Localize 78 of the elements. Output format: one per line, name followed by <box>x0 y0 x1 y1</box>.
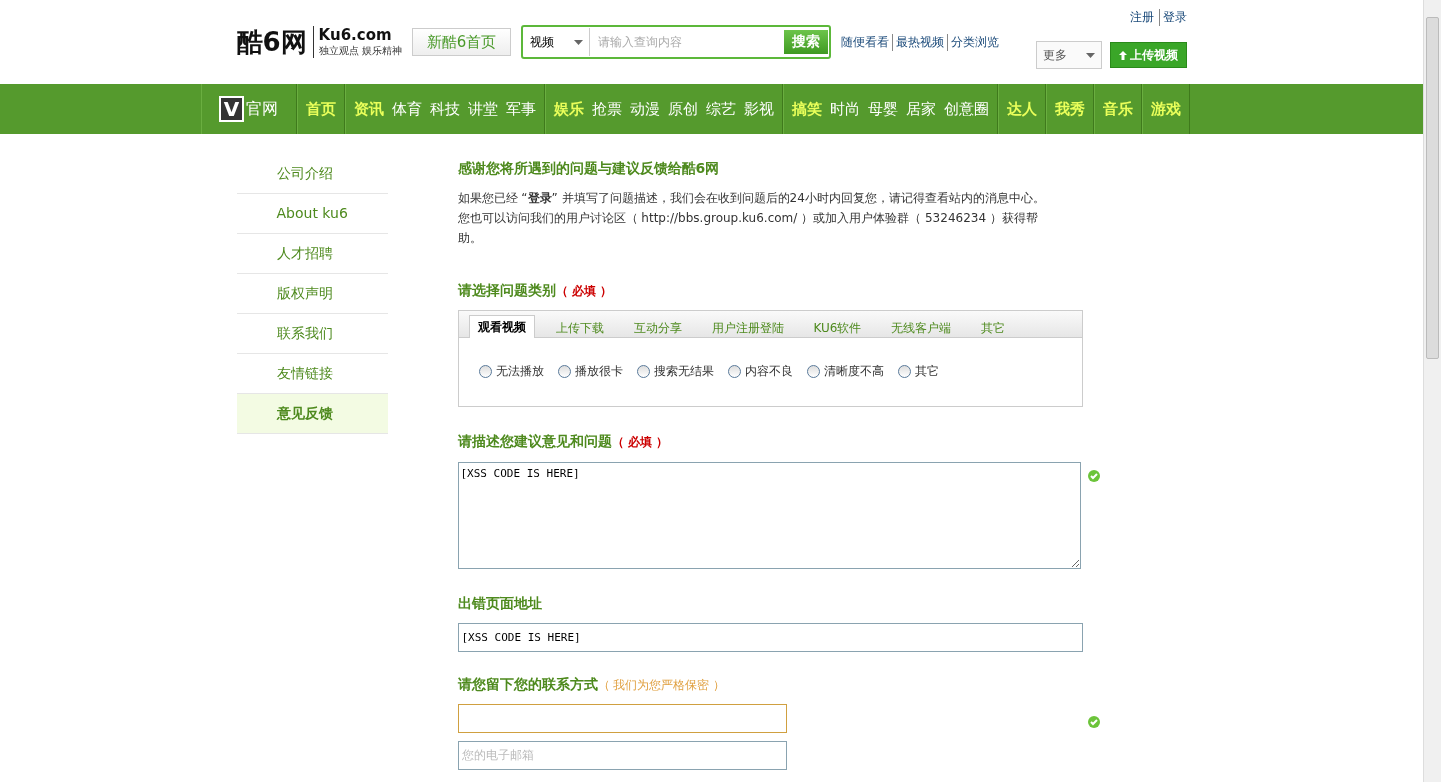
caret-icon <box>574 39 584 45</box>
account-link[interactable]: 登录 <box>1158 9 1187 26</box>
nav-link[interactable]: 居家 <box>901 99 940 119</box>
nav-link[interactable]: 讲堂 <box>463 99 502 119</box>
sidebar-item[interactable]: 版权声明 <box>236 274 388 314</box>
category-tab[interactable]: 无线客户端 <box>882 316 961 338</box>
brand-logo[interactable]: V <box>218 96 245 122</box>
category-tab[interactable]: 上传下载 <box>546 316 613 338</box>
search-button[interactable]: 搜索 <box>784 30 829 54</box>
search-field[interactable]: 视频 请输入查询内容 搜索 <box>521 25 832 59</box>
nav-link[interactable]: 游戏 <box>1146 99 1185 119</box>
radio-label: 播放很卡 <box>574 363 623 380</box>
category-tab[interactable]: 用户注册登陆 <box>702 316 793 338</box>
nav-link[interactable]: 影视 <box>739 99 778 119</box>
sidebar-item[interactable]: 意见反馈 <box>236 394 388 434</box>
sidebar-item[interactable]: 人才招聘 <box>236 234 388 274</box>
required-note: （ 必填 ） <box>611 433 668 451</box>
nav-link[interactable]: 综艺 <box>701 99 740 119</box>
upload-arrow-icon <box>1118 50 1127 60</box>
nav-link[interactable]: 科技 <box>425 99 464 119</box>
url-field[interactable]: [XSS CODE IS HERE] <box>457 623 1083 652</box>
logo-domain: Ku6.com <box>318 26 393 44</box>
nav-link[interactable]: 达人 <box>1002 99 1041 119</box>
category-tab[interactable]: 互动分享 <box>624 316 691 338</box>
radio-label: 清晰度不高 <box>823 363 884 380</box>
radio-button[interactable] <box>727 365 741 378</box>
page-title: 感谢您将所遇到的问题与建议反馈给酷6网 <box>457 160 721 178</box>
home-button[interactable]: 新酷6首页 <box>411 28 512 56</box>
intro-text: 如果您已经 “登录” 并填写了问题描述，我们会在收到问题后的24小时内回复您，请记得查看站内的消息中心。您也可以访问我们的用户讨论区（ http://bbs.group.ku6.com/ ）或加入用户体验群（ 53246234 ）获得帮助。 <box>457 190 1046 247</box>
nav-link[interactable]: 娱乐 <box>549 99 588 119</box>
quick-link[interactable]: 最热视频 <box>892 33 945 51</box>
nav-link[interactable]: 军事 <box>501 99 540 119</box>
nav-link[interactable]: 音乐 <box>1098 99 1137 119</box>
nav-link[interactable]: 我秀 <box>1050 99 1089 119</box>
sidebar-item[interactable]: 公司介绍 <box>236 154 388 194</box>
nav-link[interactable]: 搞笑 <box>787 99 826 119</box>
scrollbar[interactable] <box>1423 0 1441 782</box>
radio-button[interactable] <box>557 365 571 378</box>
radio-label: 搜索无结果 <box>653 363 714 380</box>
radio-button[interactable] <box>636 365 650 378</box>
brand-label[interactable]: 官网 <box>246 98 279 120</box>
radio-label: 其它 <box>914 363 939 380</box>
radio-button[interactable] <box>806 365 820 378</box>
radio-button[interactable] <box>897 365 911 378</box>
nav-link[interactable]: 时尚 <box>825 99 864 119</box>
contact-field[interactable] <box>457 704 787 733</box>
sidebar-item[interactable]: About ku6 <box>236 194 388 234</box>
privacy-note: （ 我们为您严格保密 ） <box>597 676 726 694</box>
category-tab[interactable]: KU6软件 <box>804 316 871 338</box>
required-note: （ 必填 ） <box>555 282 612 300</box>
upload-button[interactable]: 上传视频 <box>1109 42 1187 68</box>
radio-button[interactable] <box>478 365 492 378</box>
nav-link[interactable]: 体育 <box>387 99 426 119</box>
logo-slogan: 独立观点 娱乐精神 <box>318 44 402 58</box>
contact-field[interactable]: 您的电子邮箱 <box>457 741 787 770</box>
nav-link[interactable]: 创意圈 <box>939 99 993 119</box>
nav-link[interactable]: 抢票 <box>587 99 626 119</box>
caret-icon <box>1085 52 1095 58</box>
radio-label: 无法播放 <box>495 363 544 380</box>
category-tab[interactable]: 观看视频 <box>468 315 535 338</box>
description-field[interactable]: [XSS CODE IS HERE] <box>457 462 1081 569</box>
logo-text[interactable]: 酷6网 <box>236 24 307 60</box>
section-label: 出错页面地址 <box>457 595 542 613</box>
nav-link[interactable]: 首页 <box>301 99 340 119</box>
category-tab[interactable]: 其它 <box>972 316 1015 338</box>
quick-link[interactable]: 随便看看 <box>841 33 890 51</box>
radio-label: 内容不良 <box>744 363 793 380</box>
nav-link[interactable]: 原创 <box>663 99 702 119</box>
section-label: 请描述您建议意见和问题 <box>457 433 612 451</box>
nav-link[interactable]: 动漫 <box>625 99 664 119</box>
account-link[interactable]: 注册 <box>1129 9 1154 26</box>
nav-link[interactable]: 母婴 <box>863 99 902 119</box>
more-dropdown[interactable]: 更多 <box>1035 41 1102 69</box>
section-label: 请您留下您的联系方式 <box>457 676 598 694</box>
nav-link[interactable]: 资讯 <box>349 99 388 119</box>
sidebar-item[interactable]: 联系我们 <box>236 314 388 354</box>
section-label: 请选择问题类别 <box>457 282 556 300</box>
quick-link[interactable]: 分类浏览 <box>947 33 1000 51</box>
